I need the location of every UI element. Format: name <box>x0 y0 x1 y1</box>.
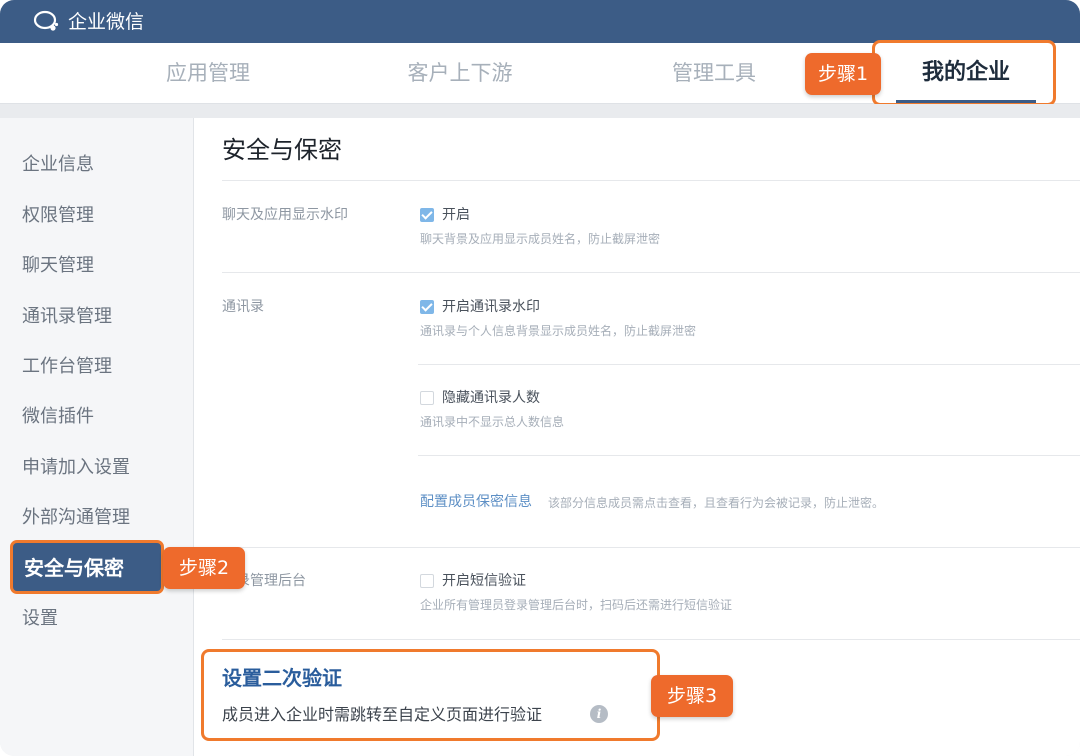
secondary-verification-title: 设置二次验证 <box>222 666 342 690</box>
watermark-checkbox[interactable] <box>420 208 434 222</box>
info-icon[interactable]: i <box>590 705 608 723</box>
secondary-verification-desc: 成员进入企业时需跳转至自定义页面进行验证 <box>222 705 543 724</box>
sidebar-item-settings[interactable]: 设置 <box>22 607 58 631</box>
step3-badge: 步骤3 <box>651 675 733 717</box>
sidebar: 企业信息 权限管理 聊天管理 通讯录管理 工作台管理 微信插件 申请加入设置 外… <box>0 118 194 756</box>
contacts-watermark-checkbox[interactable] <box>420 300 434 314</box>
watermark-option-desc: 聊天背景及应用显示成员姓名，防止截屏泄密 <box>420 232 661 246</box>
sms-verification-checkbox[interactable] <box>420 574 434 588</box>
configure-member-privacy-link[interactable]: 配置成员保密信息 <box>420 492 532 512</box>
section-divider <box>222 547 1080 548</box>
sidebar-item-permissions[interactable]: 权限管理 <box>22 204 94 228</box>
app-window: 企业微信 应用管理 客户上下游 管理工具 我的企业 步骤1 企业信息 权限管理 … <box>0 0 1080 756</box>
step2-badge: 步骤2 <box>163 547 245 589</box>
tab-management-tools[interactable]: 管理工具 <box>646 43 782 103</box>
admin-login-section-label: 录管理后台 <box>236 573 306 589</box>
sidebar-item-workbench-management[interactable]: 工作台管理 <box>22 355 112 379</box>
hide-contacts-count-checkbox[interactable] <box>420 391 434 405</box>
step1-highlight-frame <box>872 40 1056 106</box>
sms-verification-label: 开启短信验证 <box>442 573 526 589</box>
watermark-option-label: 开启 <box>442 207 470 223</box>
divider-strip <box>0 104 1080 118</box>
option-divider <box>418 364 1080 365</box>
contacts-watermark-label: 开启通讯录水印 <box>442 299 540 315</box>
step1-badge: 步骤1 <box>805 53 881 95</box>
page-title: 安全与保密 <box>222 136 342 164</box>
hide-contacts-count-label: 隐藏通讯录人数 <box>442 390 540 406</box>
title-bar: 企业微信 <box>0 0 1080 43</box>
watermark-section-label: 聊天及应用显示水印 <box>222 207 348 223</box>
option-divider <box>418 455 1080 456</box>
configure-member-privacy-desc: 该部分信息成员需点击查看，且查看行为会被记录，防止泄密。 <box>548 496 885 510</box>
sms-verification-desc: 企业所有管理员登录管理后台时，扫码后还需进行短信验证 <box>420 598 733 612</box>
tab-app-management[interactable]: 应用管理 <box>140 43 276 103</box>
app-title: 企业微信 <box>68 11 145 33</box>
sidebar-item-chat-management[interactable]: 聊天管理 <box>22 254 94 278</box>
sidebar-item-enterprise-info[interactable]: 企业信息 <box>22 153 94 177</box>
sidebar-item-security-label: 安全与保密 <box>24 556 124 580</box>
contacts-section-label: 通讯录 <box>222 299 264 315</box>
section-divider <box>222 639 1080 640</box>
section-divider <box>222 272 1080 273</box>
wework-logo-icon <box>33 10 59 31</box>
sidebar-item-security[interactable]: 安全与保密 <box>10 540 164 594</box>
sidebar-item-external-communication[interactable]: 外部沟通管理 <box>22 506 130 530</box>
sidebar-item-wechat-plugin[interactable]: 微信插件 <box>22 405 94 429</box>
sidebar-item-join-settings[interactable]: 申请加入设置 <box>22 456 130 480</box>
title-divider <box>222 180 1080 181</box>
sidebar-item-contacts-management[interactable]: 通讯录管理 <box>22 305 112 329</box>
hide-contacts-count-desc: 通讯录中不显示总人数信息 <box>420 415 565 429</box>
contacts-watermark-desc: 通讯录与个人信息背景显示成员姓名，防止截屏泄密 <box>420 324 697 338</box>
tab-customer-chain[interactable]: 客户上下游 <box>392 43 528 103</box>
secondary-verification-card[interactable]: 设置二次验证 成员进入企业时需跳转至自定义页面进行验证 i <box>201 649 660 741</box>
